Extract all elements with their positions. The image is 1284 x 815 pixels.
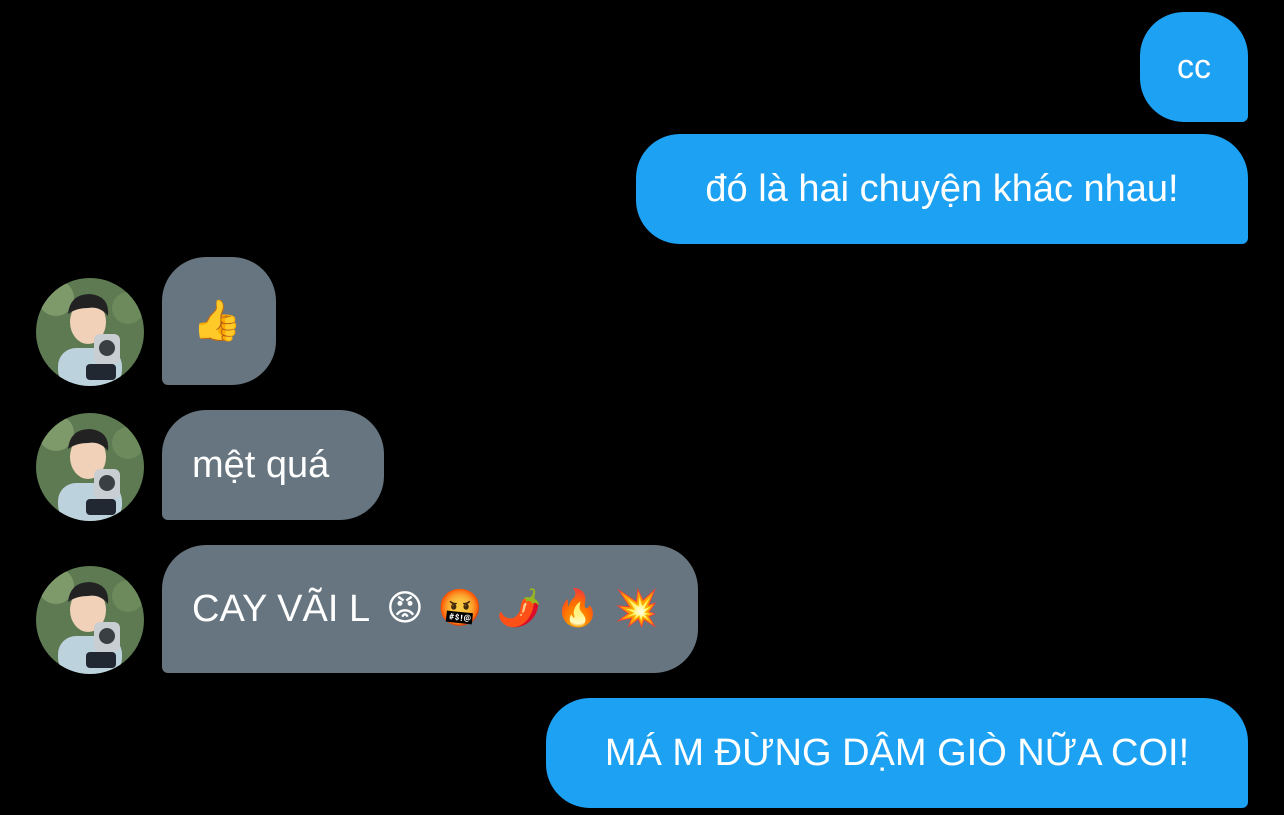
avatar-photo-icon: [36, 413, 144, 521]
chat-thread: cc đó là hai chuyện khác nhau! 👍 mệt quá…: [0, 0, 1284, 815]
sender-avatar[interactable]: [36, 566, 144, 674]
avatar-photo-icon: [36, 566, 144, 674]
sent-message-bubble[interactable]: đó là hai chuyện khác nhau!: [636, 134, 1248, 244]
message-text: CAY VÃI L: [192, 588, 371, 630]
message-text: MÁ M ĐỪNG DẬM GIÒ NỮA COI!: [604, 732, 1190, 774]
sent-message-bubble[interactable]: MÁ M ĐỪNG DẬM GIÒ NỮA COI!: [546, 698, 1248, 808]
sent-message-bubble[interactable]: cc: [1140, 12, 1248, 122]
received-message-bubble[interactable]: mệt quá: [162, 410, 384, 520]
sender-avatar[interactable]: [36, 278, 144, 386]
hot-pepper-emoji: 🌶️: [496, 588, 542, 629]
thumbs-up-emoji: 👍: [192, 298, 242, 344]
avatar-photo-icon: [36, 278, 144, 386]
cursing-face-emoji: 🤬: [437, 588, 483, 629]
collision-emoji: 💥: [614, 588, 659, 629]
message-text: mệt quá: [192, 444, 330, 486]
fire-emoji: 🔥: [555, 588, 601, 629]
message-text: đó là hai chuyện khác nhau!: [705, 168, 1179, 210]
message-text: cc: [1177, 48, 1211, 86]
received-message-bubble[interactable]: 👍: [162, 257, 276, 385]
angry-face-emoji: 😡: [386, 588, 424, 629]
received-message-bubble[interactable]: CAY VÃI L 😡 🤬 🌶️ 🔥 💥: [162, 545, 698, 673]
sender-avatar[interactable]: [36, 413, 144, 521]
